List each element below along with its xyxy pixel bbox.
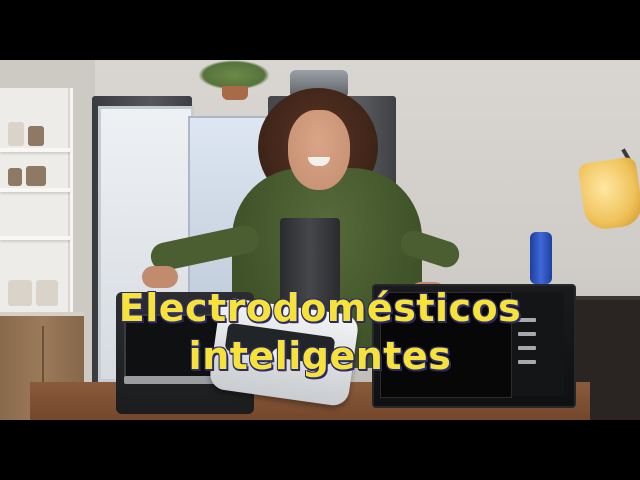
jar xyxy=(28,126,44,146)
lamp-shade xyxy=(577,156,640,232)
kitchen-scene: Electrodomésticos inteligentes xyxy=(0,60,640,420)
presenter-left-hand xyxy=(142,266,178,288)
video-frame: Electrodomésticos inteligentes xyxy=(0,0,640,480)
jar xyxy=(8,168,22,186)
jar xyxy=(8,122,24,146)
video-title-line1: Electrodomésticos xyxy=(118,286,522,330)
shelf xyxy=(0,148,70,152)
shelf xyxy=(0,236,70,240)
shelf-unit xyxy=(0,88,73,318)
blue-vase xyxy=(530,232,552,284)
plant-pot xyxy=(222,86,248,100)
shelf xyxy=(0,188,70,192)
jar xyxy=(26,166,46,186)
video-title-line2: inteligentes xyxy=(188,334,452,378)
presenter-face xyxy=(288,110,350,190)
